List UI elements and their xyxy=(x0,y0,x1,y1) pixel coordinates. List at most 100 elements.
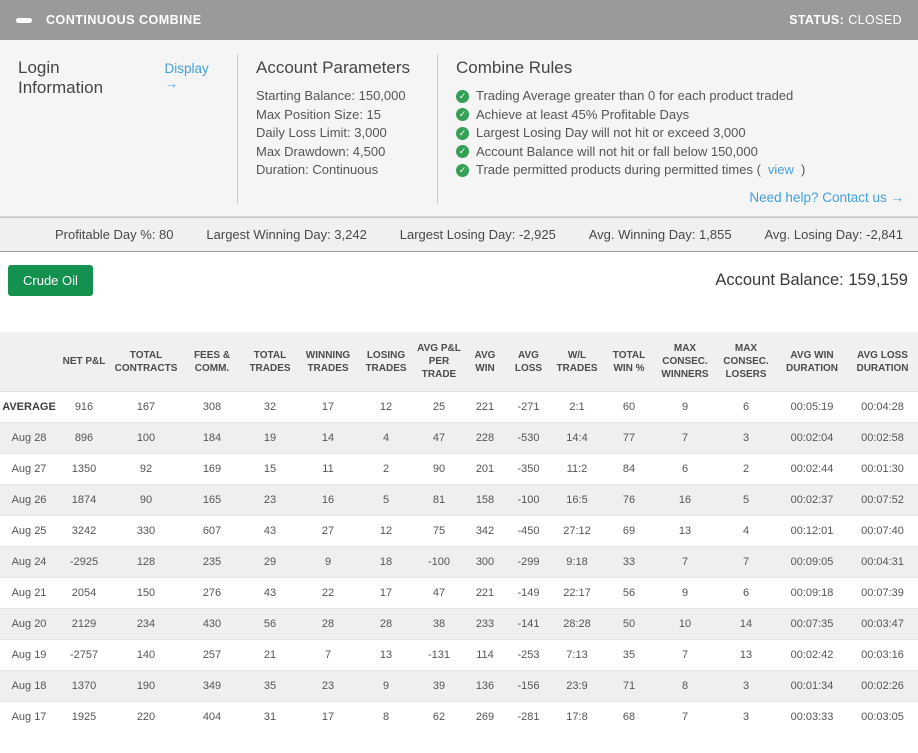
table-row: AVERAGE 916 167 308 32 17 12 25 221 -271 2:1 60 9 6 00… xyxy=(0,391,918,423)
status-label: STATUS: xyxy=(789,13,845,27)
table-cell: 27 xyxy=(298,515,358,547)
table-cell: 607 xyxy=(182,515,242,547)
table-cell: -450 xyxy=(506,515,551,547)
table-cell: 47 xyxy=(414,577,464,609)
product-tab-crude-oil[interactable]: Crude Oil xyxy=(8,265,93,296)
table-cell: -253 xyxy=(506,639,551,671)
collapse-icon[interactable] xyxy=(16,17,32,23)
table-cell: 184 xyxy=(182,422,242,454)
combine-rule: ✓ Trading Average greater than 0 for each… xyxy=(456,87,904,106)
table-header-row: NET P&L TOTAL CONTRACTS FEES & COMM. TOTAL … xyxy=(0,332,918,392)
table-cell: 7 xyxy=(298,639,358,671)
table-cell: 404 xyxy=(182,701,242,732)
table-cell: 2 xyxy=(715,453,777,485)
table-cell: 896 xyxy=(58,422,110,454)
table-cell: 235 xyxy=(182,546,242,578)
stat-item: Avg. Losing Day: -2,841 xyxy=(764,227,903,242)
table-cell: 39 xyxy=(414,670,464,702)
daily-stats-bar: Profitable Day %: 80 Largest Winning Day:… xyxy=(0,217,918,252)
table-cell: 221 xyxy=(464,577,506,609)
table-cell: -100 xyxy=(414,546,464,578)
table-cell: 6 xyxy=(715,391,777,423)
table-cell: 12 xyxy=(358,515,414,547)
table-cell: 16 xyxy=(655,484,715,516)
check-icon: ✓ xyxy=(456,89,469,103)
table-cell: 342 xyxy=(464,515,506,547)
row-label: Aug 19 xyxy=(0,639,58,671)
table-cell: 22:17 xyxy=(551,577,603,609)
table-cell: 00:02:42 xyxy=(777,639,847,671)
column-header: AVG LOSS xyxy=(506,332,551,392)
table-cell: 00:03:05 xyxy=(847,701,918,732)
table-cell: 18 xyxy=(358,546,414,578)
table-cell: 3 xyxy=(715,670,777,702)
contact-us-link[interactable]: Need help? Contact us → xyxy=(749,190,904,205)
table-cell: 11 xyxy=(298,453,358,485)
table-cell: 165 xyxy=(182,484,242,516)
table-cell: -281 xyxy=(506,701,551,732)
table-cell: 276 xyxy=(182,577,242,609)
column-header xyxy=(0,332,58,392)
table-cell: 50 xyxy=(603,608,655,640)
table-cell: 2 xyxy=(358,453,414,485)
table-cell: 76 xyxy=(603,484,655,516)
table-cell: 21 xyxy=(242,639,298,671)
table-cell: 81 xyxy=(414,484,464,516)
table-cell: 3 xyxy=(715,701,777,732)
table-cell: 1874 xyxy=(58,484,110,516)
combine-rule: ✓ Achieve at least 45% Profitable Days xyxy=(456,106,904,125)
table-cell: 430 xyxy=(182,608,242,640)
table-cell: 1350 xyxy=(58,453,110,485)
table-cell: 00:04:31 xyxy=(847,546,918,578)
table-cell: 269 xyxy=(464,701,506,732)
row-label: Aug 17 xyxy=(0,701,58,732)
table-cell: -271 xyxy=(506,391,551,423)
table-cell: 8 xyxy=(358,701,414,732)
table-cell: 14 xyxy=(298,422,358,454)
table-cell: 16 xyxy=(298,484,358,516)
column-header: MAX CONSEC. LOSERS xyxy=(715,332,777,392)
table-cell: 35 xyxy=(603,639,655,671)
rule-text: Achieve at least 45% Profitable Days xyxy=(476,106,690,122)
login-information-title: Login Information xyxy=(18,58,104,97)
table-cell: -131 xyxy=(414,639,464,671)
table-cell: 27:12 xyxy=(551,515,603,547)
table-cell: -100 xyxy=(506,484,551,516)
row-label: Aug 20 xyxy=(0,608,58,640)
table-cell: 17:8 xyxy=(551,701,603,732)
table-cell: 2:1 xyxy=(551,391,603,423)
column-header: LOSING TRADES xyxy=(358,332,414,392)
check-icon: ✓ xyxy=(456,145,469,159)
view-link[interactable]: view xyxy=(768,161,794,180)
column-header: AVG WIN xyxy=(464,332,506,392)
table-row: Aug 24 -2925 128 235 29 9 18 -100 300 -299 9:18 33 7… xyxy=(0,546,918,578)
table-cell: 47 xyxy=(414,422,464,454)
table-cell: -350 xyxy=(506,453,551,485)
table-cell: 140 xyxy=(110,639,182,671)
rule-text: Account Balance will not hit or fall bel… xyxy=(476,143,758,159)
table-cell: 150 xyxy=(110,577,182,609)
table-cell: 17 xyxy=(298,391,358,423)
display-link[interactable]: Display → xyxy=(165,61,221,91)
table-row: Aug 19 -2757 140 257 21 7 13 -131 114 -253 7:13 35 7… xyxy=(0,639,918,671)
table-cell: 33 xyxy=(603,546,655,578)
row-label: Aug 26 xyxy=(0,484,58,516)
table-cell: 25 xyxy=(414,391,464,423)
row-label: Aug 21 xyxy=(0,577,58,609)
combine-rules-section: Combine Rules ✓ Trading Average greater t… xyxy=(437,54,918,205)
table-cell: -530 xyxy=(506,422,551,454)
table-cell: 00:03:33 xyxy=(777,701,847,732)
table-cell: 8 xyxy=(655,670,715,702)
table-cell: -156 xyxy=(506,670,551,702)
status-indicator: STATUS: CLOSED xyxy=(789,13,902,27)
column-header: TOTAL CONTRACTS xyxy=(110,332,182,392)
table-cell: 00:09:18 xyxy=(777,577,847,609)
table-cell: 7 xyxy=(655,639,715,671)
combine-title: CONTINUOUS COMBINE xyxy=(46,13,202,27)
column-header: AVG LOSS DURATION xyxy=(847,332,918,392)
account-parameters-section: Account Parameters Starting Balance: 150… xyxy=(237,54,437,204)
table-cell: 14 xyxy=(715,608,777,640)
table-cell: 190 xyxy=(110,670,182,702)
table-cell: 16:5 xyxy=(551,484,603,516)
table-cell: 28:28 xyxy=(551,608,603,640)
